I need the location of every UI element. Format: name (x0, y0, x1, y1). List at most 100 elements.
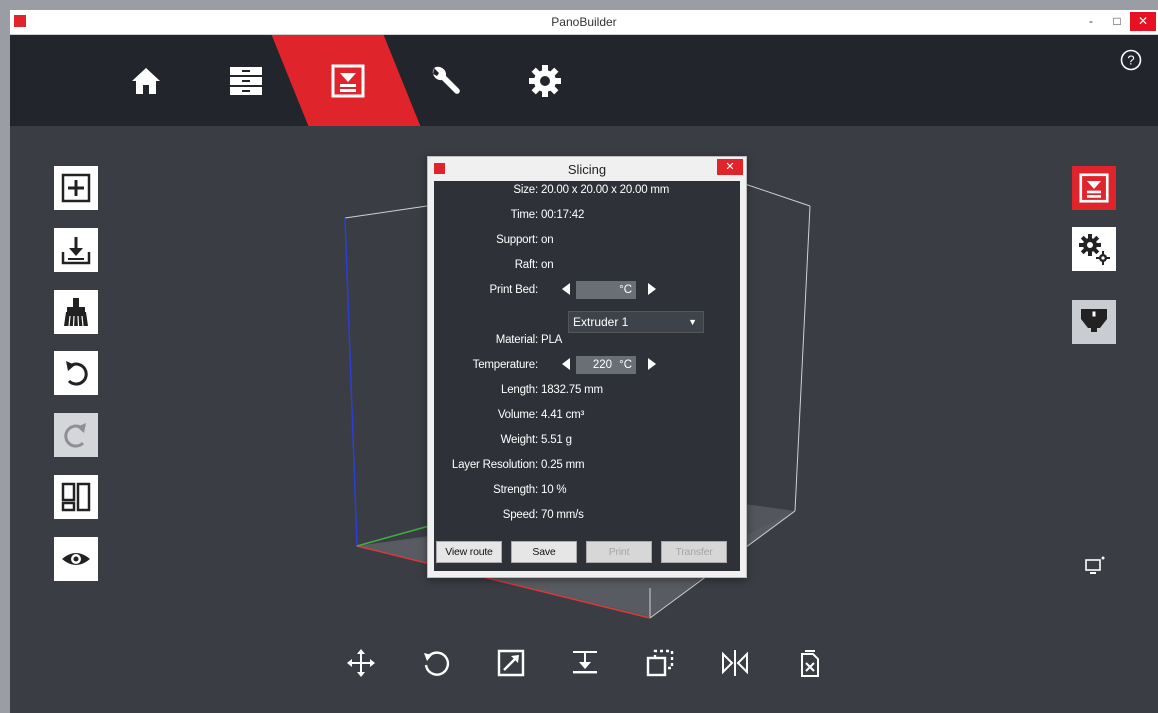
time-value: 00:17:42 (541, 209, 585, 221)
redo-button[interactable] (54, 413, 98, 457)
extruder-icon (1081, 309, 1107, 332)
add-model-button[interactable] (54, 166, 98, 210)
title-bar: PanoBuilder - □ ✕ (10, 10, 1158, 35)
dialog-body: Size: 20.00 x 20.00 x 20.00 mm Time: 00:… (434, 181, 740, 571)
import-icon (61, 237, 91, 265)
mirror-icon (722, 650, 748, 676)
undo-icon (66, 361, 88, 386)
add-model-icon (61, 173, 91, 203)
strength-label: Strength: (493, 484, 538, 496)
redo-icon (64, 423, 86, 448)
delete-button[interactable] (792, 645, 828, 681)
cut-button[interactable] (642, 645, 678, 681)
advanced-settings-button[interactable] (1072, 227, 1116, 271)
temperature-decrease-button[interactable] (562, 358, 570, 370)
weight-value: 5.51 g (541, 434, 572, 446)
close-button[interactable]: ✕ (1130, 12, 1156, 31)
info-row-speed: Speed: 70 mm/s (434, 509, 740, 527)
raft-label: Raft: (514, 259, 538, 271)
nav-slicing[interactable] (308, 35, 388, 126)
info-row-weight: Weight: 5.51 g (434, 434, 740, 452)
extruder-row: Extruder 1 ▼ (434, 311, 740, 333)
slicing-panel-button[interactable] (1072, 166, 1116, 210)
dialog-title: Slicing (567, 162, 607, 177)
chevron-down-icon: ▼ (688, 317, 697, 327)
nav-library[interactable] (206, 35, 286, 126)
info-row-strength: Strength: 10 % (434, 484, 740, 502)
layer-resolution-label: Layer Resolution: (451, 459, 538, 471)
extruder-button[interactable] (1072, 300, 1116, 344)
info-row-temperature: Temperature: 220 °C (434, 356, 740, 377)
print-button[interactable]: Print (586, 541, 652, 563)
home-icon (132, 67, 160, 94)
app-window: PanoBuilder - □ ✕ ? Slicing ✕ Size: 20.0… (10, 10, 1158, 713)
info-row-length: Length: 1832.75 mm (434, 384, 740, 402)
cut-icon (646, 649, 674, 677)
view-route-button[interactable]: View route (436, 541, 502, 563)
length-value: 1832.75 mm (541, 384, 603, 396)
rotate-button[interactable] (418, 645, 454, 681)
info-row-volume: Volume: 4.41 cm³ (434, 409, 740, 427)
print-bed-increase-button[interactable] (648, 283, 656, 295)
temperature-value: 220 (592, 359, 612, 371)
svg-text:?: ? (1127, 53, 1134, 68)
delete-icon (801, 650, 819, 677)
monitor-icon[interactable] (1084, 555, 1106, 577)
rotate-icon (424, 651, 450, 676)
wrench-icon (432, 66, 460, 94)
minimize-button[interactable]: - (1078, 12, 1104, 31)
clean-brush-icon (64, 298, 88, 327)
layout-button[interactable] (54, 475, 98, 519)
save-button[interactable]: Save (511, 541, 577, 563)
mirror-button[interactable] (717, 645, 753, 681)
layout-icon (61, 482, 91, 512)
slicing-icon (1079, 173, 1109, 203)
slicing-dialog: Slicing ✕ Size: 20.00 x 20.00 x 20.00 mm… (427, 156, 747, 578)
temperature-unit: °C (619, 359, 632, 371)
info-row-raft: Raft: on (434, 259, 740, 277)
print-bed-unit: °C (619, 284, 632, 296)
nav-home[interactable] (106, 35, 186, 126)
raft-value: on (541, 259, 554, 271)
gear-icon (529, 64, 561, 97)
help-icon[interactable]: ? (1120, 49, 1142, 71)
move-icon (347, 649, 375, 677)
nav-settings[interactable] (505, 35, 585, 126)
transfer-button[interactable]: Transfer (661, 541, 727, 563)
dialog-button-row: View route Save Print Transfer (434, 541, 740, 563)
support-value: on (541, 234, 554, 246)
temperature-input[interactable]: 220 °C (576, 356, 636, 374)
info-row-size: Size: 20.00 x 20.00 x 20.00 mm (434, 184, 740, 202)
extruder-select[interactable]: Extruder 1 ▼ (568, 311, 704, 333)
dialog-title-bar: Slicing ✕ (428, 157, 746, 180)
length-label: Length: (501, 384, 538, 396)
view-button[interactable] (54, 537, 98, 581)
size-value: 20.00 x 20.00 x 20.00 mm (541, 184, 670, 196)
drawers-icon (230, 66, 262, 95)
move-button[interactable] (343, 645, 379, 681)
clean-build-plate-button[interactable] (54, 290, 98, 334)
print-bed-input[interactable]: °C (576, 281, 636, 299)
speed-value: 70 mm/s (541, 509, 584, 521)
info-row-print-bed: Print Bed: °C (434, 281, 740, 302)
print-bed-label: Print Bed: (489, 284, 539, 296)
scale-button[interactable] (493, 645, 529, 681)
maximize-button[interactable]: □ (1104, 12, 1130, 31)
undo-button[interactable] (54, 351, 98, 395)
import-button[interactable] (54, 228, 98, 272)
temperature-label: Temperature: (472, 359, 539, 371)
temperature-increase-button[interactable] (648, 358, 656, 370)
info-row-time: Time: 00:17:42 (434, 209, 740, 227)
nav-tools[interactable] (405, 35, 485, 126)
dialog-close-button[interactable]: ✕ (717, 159, 743, 175)
print-bed-decrease-button[interactable] (562, 283, 570, 295)
extruder-selected-value: Extruder 1 (573, 315, 629, 329)
info-row-material: Material: PLA (434, 334, 740, 352)
info-row-support: Support: on (434, 234, 740, 252)
volume-label: Volume: (497, 409, 538, 421)
advanced-settings-icon (1079, 234, 1110, 265)
support-label: Support: (496, 234, 538, 246)
lay-flat-button[interactable] (567, 645, 603, 681)
info-row-layer-resolution: Layer Resolution: 0.25 mm (434, 459, 740, 477)
lay-flat-icon (573, 651, 597, 674)
